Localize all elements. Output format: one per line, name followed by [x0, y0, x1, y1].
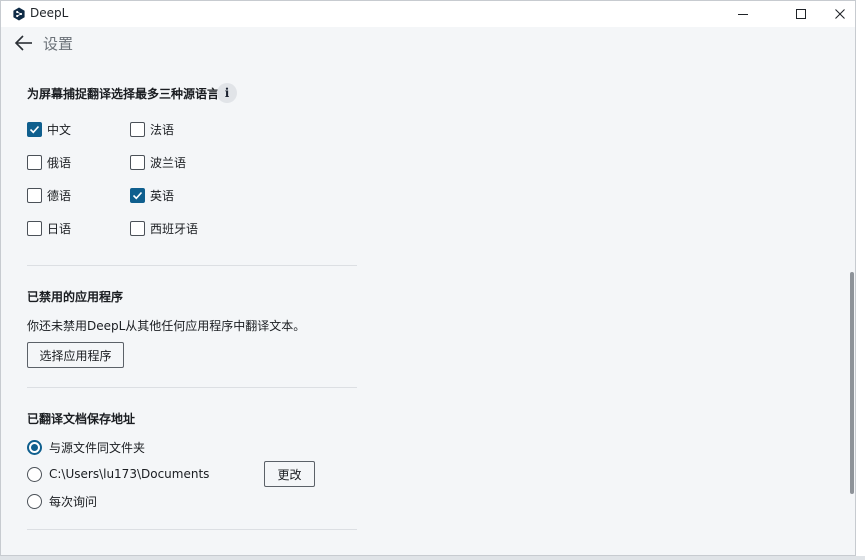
maximize-icon [796, 9, 806, 19]
radio-button[interactable] [27, 493, 42, 509]
select-apps-button[interactable]: 选择应用程序 [27, 342, 124, 368]
language-checkbox-french[interactable]: 法语 [130, 119, 174, 139]
checkbox-label: 俄语 [47, 155, 72, 170]
checkbox-box[interactable] [130, 220, 145, 236]
checkbox-label: 英语 [150, 188, 175, 203]
radio-dot [31, 443, 38, 451]
radio-label: 与源文件同文件夹 [49, 440, 146, 455]
radio-button[interactable] [27, 466, 42, 482]
deepl-settings-window: DeepL 设置 为屏幕捕捉翻译选择最多三种源语言 i 中文 法语 俄语 波兰语… [0, 0, 856, 556]
change-path-button[interactable]: 更改 [264, 461, 315, 487]
checkbox-label: 德语 [47, 188, 72, 203]
checkbox-box[interactable] [27, 121, 42, 137]
checkbox-label: 西班牙语 [150, 221, 199, 236]
language-checkbox-russian[interactable]: 俄语 [27, 152, 71, 172]
page-title: 设置 [43, 35, 74, 53]
language-checkbox-german[interactable]: 德语 [27, 185, 71, 205]
background-strip-bottom [0, 556, 865, 560]
check-icon [29, 125, 40, 133]
save-option-same-folder[interactable]: 与源文件同文件夹 [27, 437, 145, 457]
checkbox-box[interactable] [130, 154, 145, 170]
disabled-apps-description: 你还未禁用DeepL从其他任何应用程序中翻译文本。 [27, 319, 306, 333]
title-bar[interactable]: DeepL [1, 1, 855, 27]
radio-label: 每次询问 [49, 494, 98, 509]
radio-label: C:\Users\lu173\Documents [49, 467, 210, 481]
save-option-ask-each-time[interactable]: 每次询问 [27, 491, 97, 511]
settings-header: 设置 [1, 27, 855, 61]
checkbox-box[interactable] [130, 121, 145, 137]
maximize-button[interactable] [779, 1, 823, 27]
save-location-heading: 已翻译文档保存地址 [27, 412, 136, 426]
language-checkbox-japanese[interactable]: 日语 [27, 218, 71, 238]
language-checkbox-spanish[interactable]: 西班牙语 [130, 218, 198, 238]
checkbox-label: 波兰语 [150, 155, 187, 170]
window-title: DeepL [30, 6, 69, 20]
checkbox-label: 中文 [47, 122, 72, 137]
check-icon [132, 191, 143, 199]
checkbox-box[interactable] [130, 187, 145, 203]
checkbox-box[interactable] [27, 154, 42, 170]
section-divider [27, 529, 357, 530]
close-icon [835, 9, 845, 19]
checkbox-label: 日语 [47, 221, 72, 236]
checkbox-box[interactable] [27, 220, 42, 236]
section-divider [27, 387, 357, 388]
language-checkbox-polish[interactable]: 波兰语 [130, 152, 186, 172]
language-checkbox-english[interactable]: 英语 [130, 185, 174, 205]
minimize-icon [738, 14, 748, 15]
screen-capture-heading: 为屏幕捕捉翻译选择最多三种源语言 [27, 87, 220, 101]
section-divider [27, 265, 357, 266]
deepl-logo-icon [13, 7, 25, 21]
checkbox-label: 法语 [150, 122, 175, 137]
close-button[interactable] [818, 1, 855, 27]
info-icon[interactable]: i [217, 83, 237, 103]
minimize-button[interactable] [721, 1, 765, 27]
arrow-left-icon[interactable] [14, 34, 34, 52]
checkbox-box[interactable] [27, 187, 42, 203]
background-strip-right [856, 0, 865, 560]
save-option-documents-path[interactable]: C:\Users\lu173\Documents [27, 464, 209, 484]
scrollbar-thumb[interactable] [850, 272, 854, 494]
disabled-apps-heading: 已禁用的应用程序 [27, 290, 124, 304]
language-checkbox-chinese[interactable]: 中文 [27, 119, 71, 139]
radio-button[interactable] [27, 439, 42, 455]
